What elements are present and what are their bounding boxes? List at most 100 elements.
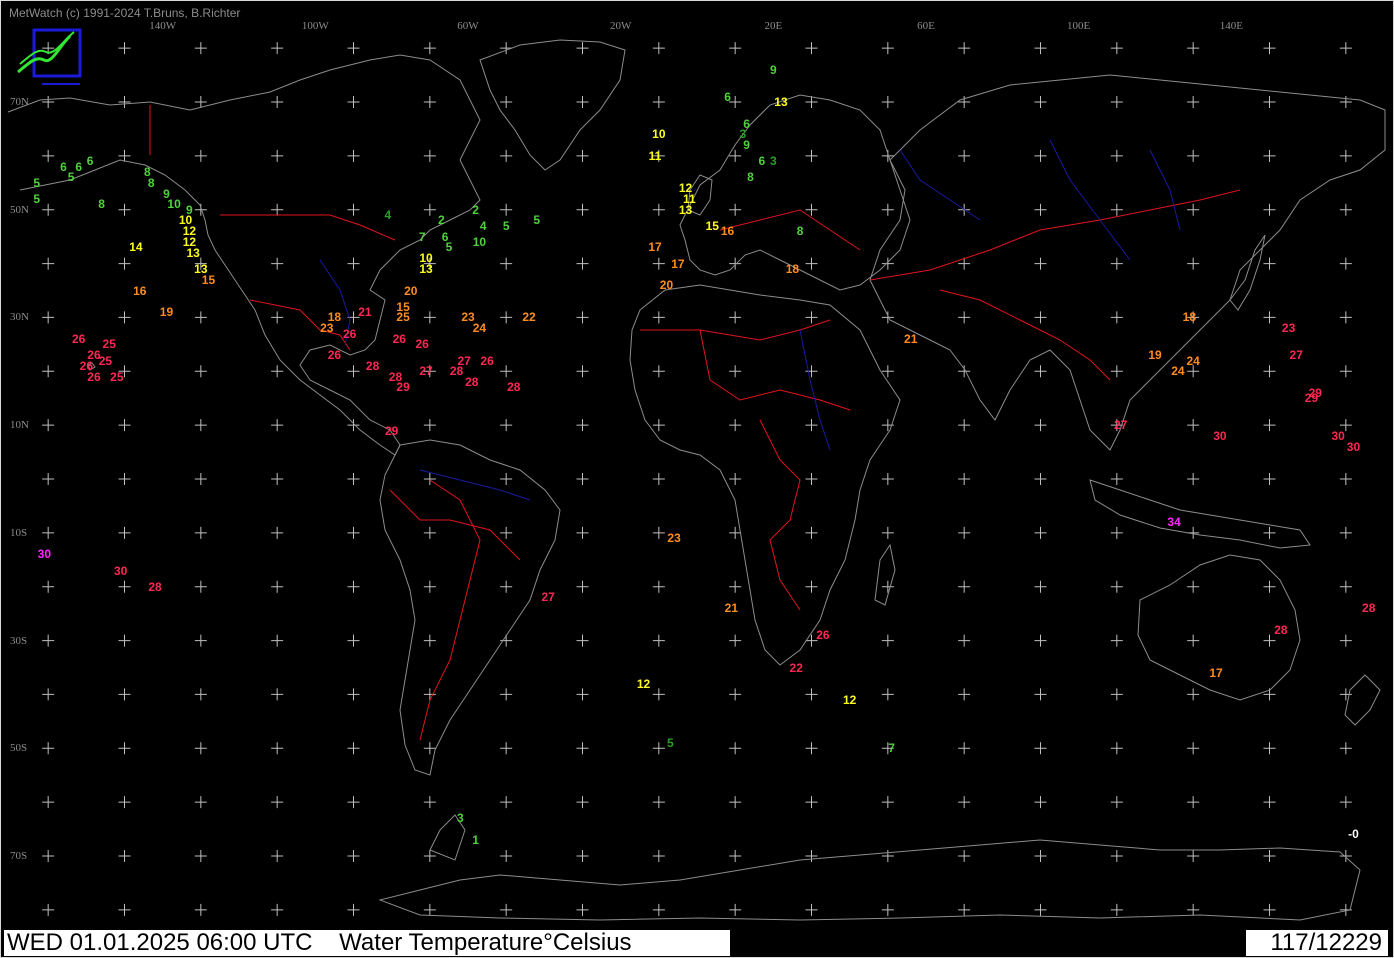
temperature-value: 23 (1281, 321, 1296, 336)
metwatch-logo-icon (14, 26, 84, 94)
temperature-value: 28 (1274, 622, 1288, 637)
grid-cross (881, 473, 894, 485)
grid-cross (1339, 257, 1352, 270)
grid-cross (118, 688, 131, 701)
grid-cross (1339, 203, 1352, 216)
grid-cross (958, 742, 971, 755)
grid-cross (1034, 149, 1047, 162)
grid-cross (576, 742, 589, 755)
grid-cross (652, 419, 665, 432)
grid-cross (1187, 257, 1200, 270)
grid-cross (805, 203, 818, 216)
grid-cross (271, 419, 284, 432)
grid-cross (194, 580, 207, 593)
grid-cross (881, 903, 894, 916)
temperature-value: 34 (1167, 515, 1181, 530)
grid-cross (1339, 365, 1352, 378)
grid-cross (271, 796, 284, 809)
temperature-value: 20 (404, 283, 418, 298)
grid-cross (194, 634, 207, 647)
grid-cross (500, 365, 513, 378)
grid-cross (42, 580, 55, 593)
grid-cross (576, 580, 589, 593)
temperature-value: 15 (201, 272, 216, 287)
grid-cross (271, 526, 284, 539)
grid-cross (1187, 42, 1200, 55)
grid-cross (1263, 526, 1276, 539)
grid-cross (271, 257, 284, 270)
grid-cross (271, 42, 284, 55)
grid-cross (729, 42, 742, 55)
temperature-value: 20 (659, 278, 674, 293)
grid-cross (881, 580, 894, 593)
grid-cross (118, 796, 131, 809)
latitude-label: 50S (10, 742, 28, 755)
grid-cross (652, 688, 665, 701)
grid-cross (881, 149, 894, 162)
grid-cross (347, 903, 360, 916)
footer-title: Water Temperature°Celsius (339, 929, 632, 956)
grid-cross (347, 688, 360, 701)
grid-cross (805, 257, 818, 270)
grid-cross (423, 796, 436, 809)
grid-cross (500, 473, 513, 485)
grid-cross (729, 257, 742, 270)
grid-cross (194, 903, 207, 916)
grid-cross (500, 203, 513, 216)
temperature-value: 3 (769, 154, 777, 169)
grid-cross (1034, 419, 1047, 432)
longitude-label: 140E (1219, 20, 1243, 32)
grid-cross (576, 311, 589, 324)
grid-cross (347, 850, 360, 862)
temperature-value: 28 (465, 375, 479, 390)
grid-cross (1187, 688, 1200, 701)
temperature-value: 28 (365, 358, 380, 373)
temperature-value: 19 (1148, 348, 1162, 363)
grid-cross (423, 311, 436, 324)
temperature-value: 26 (816, 628, 830, 643)
grid-cross (881, 203, 894, 216)
temperature-value: 13 (186, 245, 200, 260)
grid-cross (958, 365, 971, 378)
temperature-value: 8 (98, 197, 105, 212)
temperature-value: 8 (796, 224, 804, 239)
temperature-value: 6 (75, 159, 83, 174)
temperature-value: 16 (133, 283, 147, 298)
grid-cross (576, 473, 589, 485)
grid-cross (958, 526, 971, 539)
grid-cross (1187, 580, 1200, 593)
temperature-value: 16 (720, 224, 735, 239)
temperature-value: 28 (1362, 601, 1376, 616)
grid-cross (500, 688, 513, 701)
grid-cross (118, 473, 131, 485)
grid-cross (423, 96, 436, 108)
grid-cross (500, 149, 513, 162)
grid-cross (805, 796, 818, 809)
temperature-value: 27 (1289, 348, 1303, 363)
grid-cross (118, 257, 131, 270)
temperature-value: 28 (148, 579, 162, 594)
grid-cross (576, 688, 589, 701)
grid-cross (194, 473, 207, 485)
temperature-value: 30 (1346, 439, 1361, 454)
latitude-label: 30N (10, 311, 29, 324)
grid-cross (1110, 796, 1123, 809)
grid-cross (500, 850, 513, 862)
grid-cross (423, 634, 436, 647)
temperature-value: 17 (671, 256, 685, 271)
latitude-label: 50N (10, 203, 29, 216)
grid-cross (1263, 42, 1276, 55)
grid-cross (1110, 365, 1123, 378)
grid-cross (805, 580, 818, 593)
grid-cross (958, 634, 971, 647)
grid-cross (576, 257, 589, 270)
grid-cross (576, 850, 589, 862)
temperature-value: 22 (522, 310, 536, 325)
grid-cross (1110, 634, 1123, 647)
grid-cross (729, 365, 742, 378)
grid-cross (271, 903, 284, 916)
temperature-value: 10 (167, 197, 181, 212)
grid-cross (958, 473, 971, 485)
grid-cross (423, 526, 436, 539)
grid-cross (1110, 149, 1123, 162)
